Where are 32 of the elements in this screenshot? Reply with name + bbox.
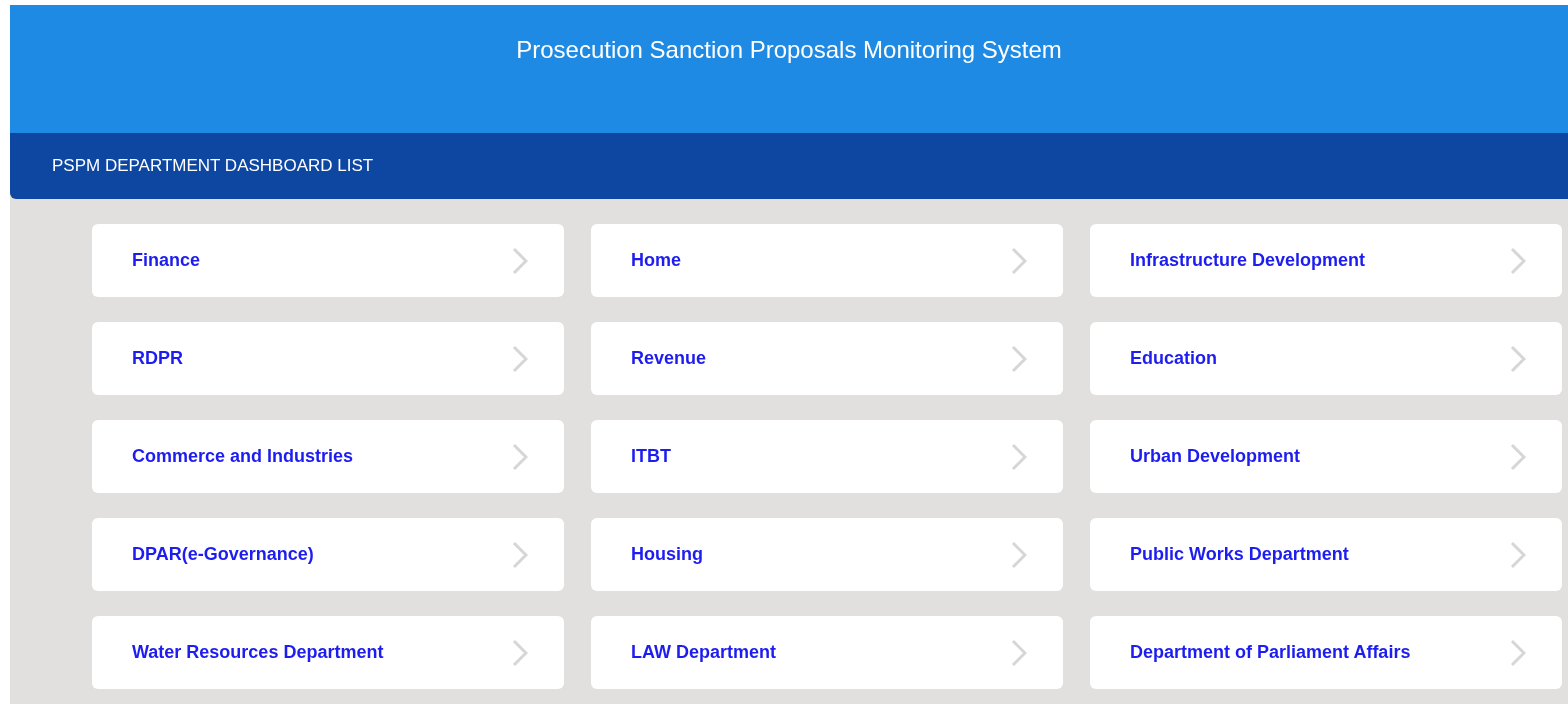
department-card[interactable]: Home — [591, 224, 1063, 297]
department-card[interactable]: Infrastructure Development — [1090, 224, 1562, 297]
chevron-right-icon — [1011, 344, 1027, 373]
department-card[interactable]: Housing — [591, 518, 1063, 591]
chevron-right-icon — [512, 344, 528, 373]
department-card[interactable]: Urban Development — [1090, 420, 1562, 493]
chevron-right-icon — [1510, 344, 1526, 373]
department-card[interactable]: Finance — [92, 224, 564, 297]
department-card[interactable]: Public Works Department — [1090, 518, 1562, 591]
department-card[interactable]: Water Resources Department — [92, 616, 564, 689]
chevron-right-icon — [1011, 442, 1027, 471]
department-card[interactable]: RDPR — [92, 322, 564, 395]
section-title: PSPM DEPARTMENT DASHBOARD LIST — [52, 155, 374, 178]
chevron-right-icon — [512, 246, 528, 275]
chevron-right-icon — [1011, 540, 1027, 569]
chevron-right-icon — [512, 540, 528, 569]
department-card[interactable]: Revenue — [591, 322, 1063, 395]
department-card[interactable]: ITBT — [591, 420, 1063, 493]
department-card[interactable]: DPAR(e-Governance) — [92, 518, 564, 591]
app-title: Prosecution Sanction Proposals Monitoring System — [516, 35, 1062, 65]
chevron-right-icon — [1011, 246, 1027, 275]
chevron-right-icon — [1510, 540, 1526, 569]
chevron-right-icon — [1510, 638, 1526, 667]
department-card[interactable]: LAW Department — [591, 616, 1063, 689]
chevron-right-icon — [1011, 638, 1027, 667]
chevron-right-icon — [512, 442, 528, 471]
chevron-right-icon — [1510, 246, 1526, 275]
chevron-right-icon — [512, 638, 528, 667]
chevron-right-icon — [1510, 442, 1526, 471]
department-card[interactable]: Commerce and Industries — [92, 420, 564, 493]
department-card[interactable]: Department of Parliament Affairs — [1090, 616, 1562, 689]
department-card[interactable]: Education — [1090, 322, 1562, 395]
